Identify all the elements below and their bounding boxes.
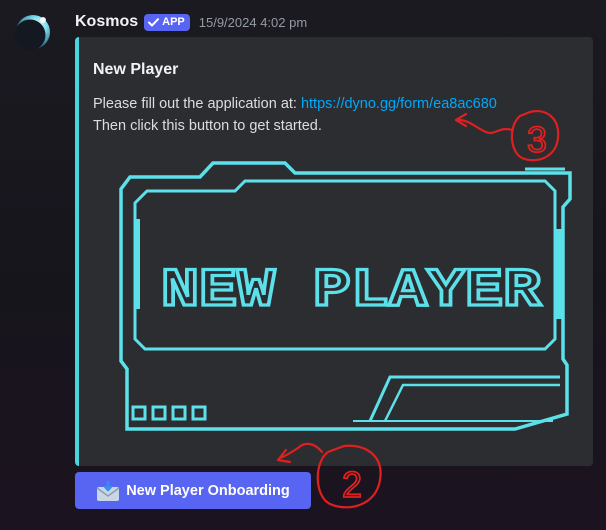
app-badge: APP [144, 13, 190, 31]
author-name[interactable]: Kosmos [75, 13, 138, 31]
eclipse-planet-icon [14, 15, 50, 51]
new-player-banner-image[interactable]: NEW PLAYER [115, 159, 578, 431]
message-timestamp: 15/9/2024 4:02 pm [198, 14, 308, 30]
new-player-onboarding-button[interactable]: New Player Onboarding [75, 472, 311, 509]
embed-description: Please fill out the application at: http… [93, 93, 497, 137]
embed-description-line-1: Please fill out the application at: http… [93, 93, 497, 115]
banner-title: NEW PLAYER [161, 261, 542, 322]
avatar[interactable] [13, 11, 53, 51]
message-header: Kosmos APP 15/9/2024 4:02 pm [75, 11, 307, 33]
embed-description-line-2: Then click this button to get started. [93, 118, 322, 134]
embed-title: New Player [93, 61, 179, 78]
button-label: New Player Onboarding [126, 482, 290, 499]
embed-description-prefix: Please fill out the application at: [93, 96, 301, 112]
form-link[interactable]: https://dyno.gg/form/ea8ac680 [301, 96, 497, 112]
embed-card: New Player Please fill out the applicati… [75, 37, 593, 466]
checkmark-icon [148, 17, 160, 26]
annotation-number-2: 2 [342, 464, 362, 505]
banner-squares [131, 405, 207, 421]
envelope-inbox-icon [96, 480, 120, 501]
app-badge-label: APP [162, 16, 185, 28]
